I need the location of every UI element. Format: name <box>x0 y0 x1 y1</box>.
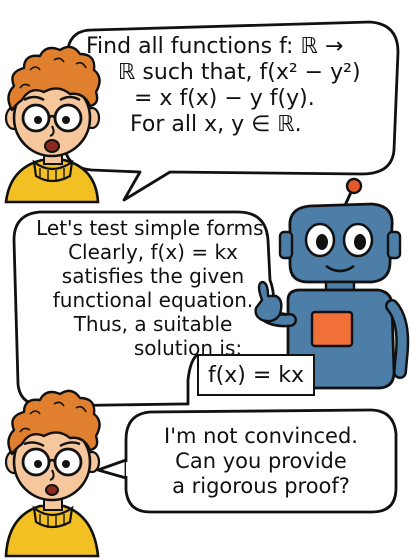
speech-line: Can you provide <box>175 449 347 474</box>
speech-line: = x f(x) − y f(y). <box>134 85 315 111</box>
speech-line: Thus, a suitable <box>73 312 233 336</box>
speech-line: Clearly, f(x) = kx <box>68 240 238 264</box>
speech-line: satisfies the given <box>61 264 245 288</box>
speech-text-3: I'm not convinced. Can you provide a rig… <box>134 424 388 500</box>
speech-line: a rigorous proof? <box>172 474 350 499</box>
speech-line: I'm not convinced. <box>164 424 358 448</box>
speech-line: Let's test simple forms. <box>36 216 270 240</box>
speech-line: For all x, y ∈ ℝ. <box>130 111 302 137</box>
human-character-2 <box>4 389 101 558</box>
speech-text-1: Find all functions f: ℝ → ℝ such that, f… <box>74 34 394 138</box>
comic-strip: Find all functions f: ℝ → ℝ such that, f… <box>0 0 410 560</box>
speech-text-2: Let's test simple forms. Clearly, f(x) =… <box>18 216 288 360</box>
speech-line: Find all functions f: ℝ → <box>86 34 344 59</box>
speech-line: ℝ such that, f(x² − y²) <box>118 59 361 85</box>
speech-line: functional equation. <box>52 288 254 312</box>
answer-box: f(x) = kx <box>197 354 315 396</box>
